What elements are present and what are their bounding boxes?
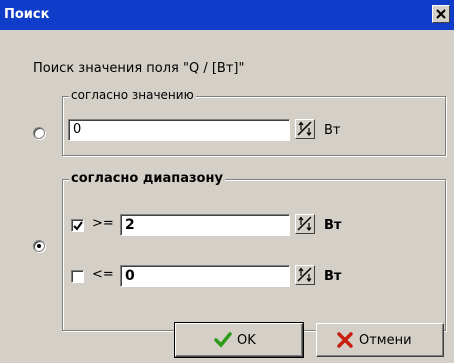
max-checkbox[interactable] — [71, 270, 84, 283]
spin-arrows-icon — [297, 267, 312, 282]
spin-arrows-icon — [297, 216, 312, 231]
max-operator: <= — [92, 267, 114, 282]
close-button[interactable] — [432, 5, 450, 23]
by-range-legend: согласно диапазону — [69, 171, 225, 186]
by-value-legend: согласно значению — [69, 88, 196, 102]
search-field-label: Поиск значения поля "Q / [Вт]" — [33, 61, 245, 76]
min-unit: Вт — [324, 218, 342, 233]
cross-icon — [337, 332, 353, 348]
min-value-input[interactable]: 2 — [120, 214, 290, 236]
value-unit: Вт — [324, 123, 341, 138]
by-range-radio[interactable] — [33, 240, 45, 252]
close-icon — [436, 9, 446, 19]
min-operator: >= — [92, 216, 114, 231]
spin-arrows-icon — [297, 121, 312, 136]
radio-selected-dot — [37, 244, 41, 248]
min-spin-button[interactable] — [295, 214, 315, 234]
value-input[interactable]: 0 — [68, 119, 290, 141]
value-spin-button[interactable] — [295, 119, 315, 139]
cancel-button[interactable]: Отмени — [316, 323, 444, 357]
dialog-body: Поиск значения поля "Q / [Вт]" согласно … — [0, 30, 454, 363]
max-value-input[interactable]: 0 — [120, 265, 290, 287]
min-checkbox[interactable] — [71, 219, 84, 232]
checkmark-icon — [73, 221, 83, 231]
by-value-radio[interactable] — [33, 127, 45, 139]
window-title: Поиск — [4, 7, 50, 22]
checkmark-icon — [214, 332, 232, 348]
by-range-group: согласно диапазону — [62, 171, 446, 331]
ok-button[interactable]: OK — [174, 322, 304, 358]
cancel-label: Отмени — [359, 333, 412, 348]
title-bar: Поиск — [0, 0, 454, 30]
ok-label: OK — [237, 333, 256, 348]
max-spin-button[interactable] — [295, 265, 315, 285]
max-unit: Вт — [324, 269, 342, 284]
